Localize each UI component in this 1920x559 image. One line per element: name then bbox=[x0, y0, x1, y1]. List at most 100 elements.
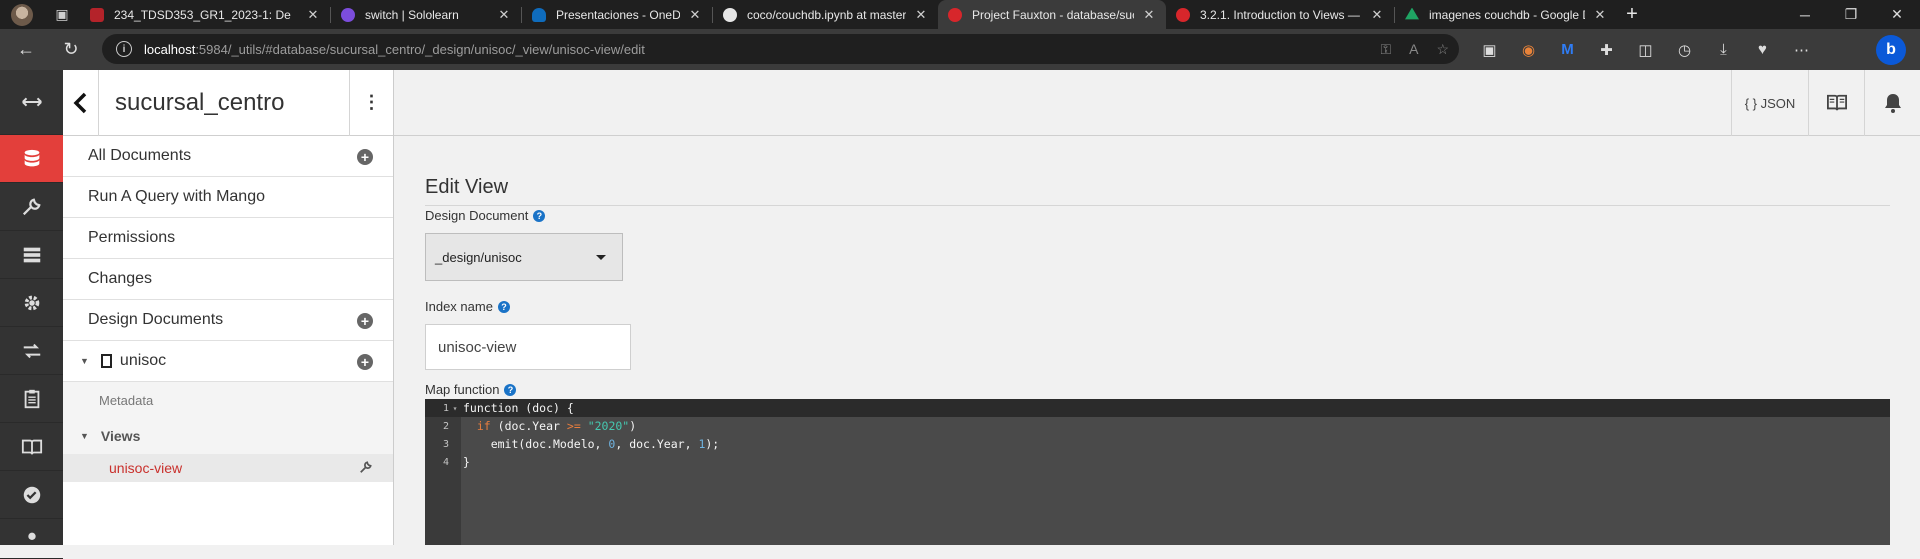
code-line: 1 ▾ function (doc) { bbox=[425, 399, 1890, 417]
more-options-icon[interactable]: ⋯ bbox=[1782, 29, 1821, 70]
address-bar-icons: ⚿ A ☆ bbox=[1380, 34, 1449, 64]
add-document-icon[interactable]: + bbox=[357, 149, 373, 165]
label-text: Design Document bbox=[425, 208, 529, 223]
user-icon[interactable] bbox=[0, 519, 63, 559]
restore-icon[interactable]: ❐ bbox=[1828, 0, 1874, 29]
tab-title: 234_TDSD353_GR1_2023-1: De bbox=[114, 7, 291, 22]
design-doc-select[interactable]: _design/unisoc bbox=[425, 233, 623, 281]
close-tab-icon[interactable]: ✕ bbox=[914, 7, 928, 23]
new-tab-button[interactable]: + bbox=[1617, 3, 1647, 26]
label-text: Index name bbox=[425, 299, 493, 314]
tab-title: imagenes couchdb - Google Dr bbox=[1429, 7, 1585, 22]
line-number: 2 bbox=[442, 420, 449, 432]
add-design-document-icon[interactable]: + bbox=[357, 313, 373, 329]
label-text: Map function bbox=[425, 382, 500, 397]
url-text: localhost:5984/_utils/#database/sucursal… bbox=[144, 42, 645, 57]
help-icon[interactable]: ? bbox=[533, 209, 546, 222]
wrench-icon[interactable] bbox=[359, 460, 373, 477]
verify-check-icon[interactable] bbox=[0, 471, 63, 519]
downloads-icon[interactable]: ⤓ bbox=[1704, 29, 1743, 70]
sidebar-item-permissions[interactable]: Permissions bbox=[63, 218, 393, 259]
close-tab-icon[interactable]: ✕ bbox=[1142, 7, 1156, 23]
notifications-bell-icon[interactable] bbox=[1864, 70, 1920, 136]
metadata-link[interactable]: Metadata bbox=[63, 382, 393, 418]
help-icon[interactable]: ? bbox=[497, 300, 510, 313]
sidebar-item-changes[interactable]: Changes bbox=[63, 259, 393, 300]
close-window-icon[interactable]: ✕ bbox=[1874, 0, 1920, 29]
design-doc-label: Design Document ? bbox=[425, 208, 546, 223]
extensions-puzzle-icon[interactable]: ✚ bbox=[1587, 29, 1626, 70]
code-string: "2020" bbox=[587, 419, 630, 433]
back-arrow-icon[interactable]: ← bbox=[0, 29, 52, 70]
extension-m-icon[interactable]: M bbox=[1548, 29, 1587, 70]
help-icon[interactable]: ? bbox=[504, 383, 517, 396]
browser-toolbar: ▣ ◉ M ✚ ◫ ◷ ⤓ ♥ ⋯ bbox=[1470, 29, 1821, 70]
bing-copilot-icon[interactable]: b bbox=[1876, 35, 1906, 65]
code-text: function (doc) { bbox=[463, 401, 574, 415]
workspaces-icon[interactable]: ▣ bbox=[44, 0, 80, 29]
map-function-editor[interactable]: 1 ▾ function (doc) { 2 if (doc.Year >= "… bbox=[425, 399, 1890, 545]
key-icon[interactable]: ⚿ bbox=[1380, 41, 1391, 58]
setup-wrench-icon[interactable] bbox=[0, 183, 63, 231]
browser-tab[interactable]: imagenes couchdb - Google Dr ✕ bbox=[1395, 0, 1617, 29]
documentation-clipboard-icon[interactable] bbox=[0, 375, 63, 423]
config-gear-icon[interactable] bbox=[0, 279, 63, 327]
refresh-icon[interactable]: ↻ bbox=[52, 29, 90, 70]
design-doc-item[interactable]: ▼ unisoc + bbox=[63, 341, 393, 382]
collections-icon[interactable]: ▣ bbox=[1470, 29, 1509, 70]
book-icon[interactable] bbox=[0, 423, 63, 471]
view-item[interactable]: unisoc-view bbox=[63, 454, 393, 482]
code-token: ) bbox=[629, 419, 637, 433]
history-icon[interactable]: ◷ bbox=[1665, 29, 1704, 70]
json-button[interactable]: { } JSON bbox=[1731, 70, 1808, 136]
database-menu-icon[interactable]: ⋮ bbox=[349, 69, 393, 136]
map-function-label: Map function ? bbox=[425, 382, 517, 397]
sidebar-header: sucursal_centro ⋮ bbox=[63, 69, 393, 136]
split-screen-icon[interactable]: ◫ bbox=[1626, 29, 1665, 70]
nav-toggle-icon[interactable] bbox=[0, 70, 63, 135]
profile-button[interactable] bbox=[0, 0, 44, 29]
couchdb-icon bbox=[948, 7, 962, 22]
close-tab-icon[interactable]: ✕ bbox=[1370, 7, 1384, 23]
minimize-icon[interactable]: ─ bbox=[1782, 0, 1828, 29]
favorite-star-icon[interactable]: ☆ bbox=[1436, 41, 1449, 58]
browser-essentials-icon[interactable]: ♥ bbox=[1743, 29, 1782, 70]
code-keyword: if bbox=[476, 419, 491, 433]
browser-tab[interactable]: Presentaciones - OneDrive ✕ bbox=[522, 0, 712, 29]
sidebar-item-all-documents[interactable]: All Documents + bbox=[63, 136, 393, 177]
active-tasks-icon[interactable] bbox=[0, 231, 63, 279]
read-aloud-icon[interactable]: A bbox=[1409, 41, 1418, 57]
expand-triangle-icon[interactable]: ▼ bbox=[80, 431, 89, 441]
add-view-icon[interactable]: + bbox=[357, 354, 373, 370]
sololearn-icon bbox=[341, 7, 355, 22]
sidebar-item-label: Run A Query with Mango bbox=[88, 188, 265, 205]
fold-arrow-icon[interactable]: ▾ bbox=[449, 404, 461, 413]
browser-tab[interactable]: 3.2.1. Introduction to Views — A ✕ bbox=[1166, 0, 1394, 29]
github-icon bbox=[723, 7, 737, 22]
browser-tab-active[interactable]: Project Fauxton - database/suc ✕ bbox=[938, 0, 1166, 29]
tab-title: 3.2.1. Introduction to Views — A bbox=[1200, 7, 1362, 22]
browser-tab[interactable]: switch | Sololearn ✕ bbox=[331, 0, 521, 29]
sidebar-item-design-documents[interactable]: Design Documents + bbox=[63, 300, 393, 341]
close-tab-icon[interactable]: ✕ bbox=[688, 7, 702, 23]
databases-icon[interactable] bbox=[0, 135, 63, 183]
views-section-toggle[interactable]: ▼ Views bbox=[63, 418, 393, 454]
browser-tab[interactable]: coco/couchdb.ipynb at master ✕ bbox=[713, 0, 938, 29]
close-tab-icon[interactable]: ✕ bbox=[497, 7, 511, 23]
info-icon[interactable]: i bbox=[116, 41, 132, 57]
index-name-input[interactable]: unisoc-view bbox=[425, 324, 631, 370]
close-tab-icon[interactable]: ✕ bbox=[1593, 7, 1607, 23]
extension-wifi-icon[interactable]: ◉ bbox=[1509, 29, 1548, 70]
browser-tab[interactable]: 234_TDSD353_GR1_2023-1: De ✕ bbox=[80, 0, 330, 29]
close-tab-icon[interactable]: ✕ bbox=[306, 7, 320, 23]
docs-book-icon[interactable] bbox=[1808, 70, 1864, 136]
sidebar-item-mango-query[interactable]: Run A Query with Mango bbox=[63, 177, 393, 218]
sidebar-item-label: All Documents bbox=[88, 147, 192, 164]
replication-icon[interactable] bbox=[0, 327, 63, 375]
address-bar[interactable]: i localhost:5984/_utils/#database/sucurs… bbox=[102, 34, 1459, 64]
expand-triangle-icon[interactable]: ▼ bbox=[80, 356, 89, 366]
edit-view-panel: Edit View Design Document ? _design/unis… bbox=[394, 136, 1920, 545]
line-number: 4 bbox=[442, 456, 449, 468]
back-chevron-icon[interactable] bbox=[63, 69, 99, 136]
divider bbox=[425, 205, 1890, 206]
